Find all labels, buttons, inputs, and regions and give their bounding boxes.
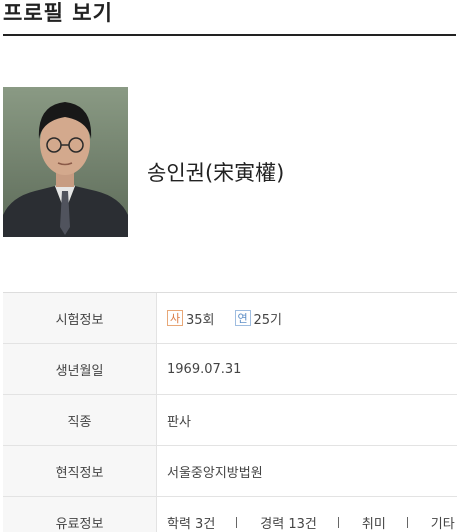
career-link[interactable]: 경력 13건 [260,513,317,532]
profile-info-table: 시험정보 사 35회 연 25기 생년월일 1969.07.31 직종 판사 현… [3,292,457,532]
hobby-link[interactable]: 취미 [362,513,386,532]
info-row-exam: 시험정보 사 35회 연 25기 [3,293,457,344]
title-divider [3,34,456,36]
profile-photo [3,87,128,237]
training-institute-count: 25기 [253,312,283,328]
exam-info-label: 시험정보 [3,293,157,343]
occupation-value: 판사 [167,414,191,430]
bar-exam-count: 35회 [186,312,215,328]
current-position-label: 현직정보 [3,446,157,496]
page-title: 프로필 보기 [3,1,113,25]
profile-page: 프로필 보기 송인권(宋寅權) 시험정보 사 35회 연 25기 생년월일 19… [0,0,457,532]
exam-info-value: 사 35회 연 25기 [157,293,457,343]
occupation-label: 직종 [3,395,157,445]
info-row-occupation: 직종 판사 [3,395,457,446]
separator [406,516,408,528]
profile-name: 송인권(宋寅權) [147,161,285,185]
education-link[interactable]: 학력 3건 [167,513,215,532]
info-row-paid-info: 유료정보 학력 3건 경력 13건 취미 기타 [3,497,457,532]
separator [236,516,238,528]
birth-date-label: 생년월일 [3,344,157,394]
separator [337,516,339,528]
info-row-birth: 생년월일 1969.07.31 [3,344,457,395]
training-institute-badge: 연 [234,310,251,326]
current-position-value: 서울중앙지방법원 [167,465,263,481]
birth-date-value: 1969.07.31 [167,361,242,377]
bar-exam-badge: 사 [167,310,183,326]
paid-info-label: 유료정보 [3,497,157,532]
other-link[interactable]: 기타 [431,513,455,532]
paid-info-value: 학력 3건 경력 13건 취미 기타 [157,497,457,532]
info-row-current-position: 현직정보 서울중앙지방법원 [3,446,457,497]
